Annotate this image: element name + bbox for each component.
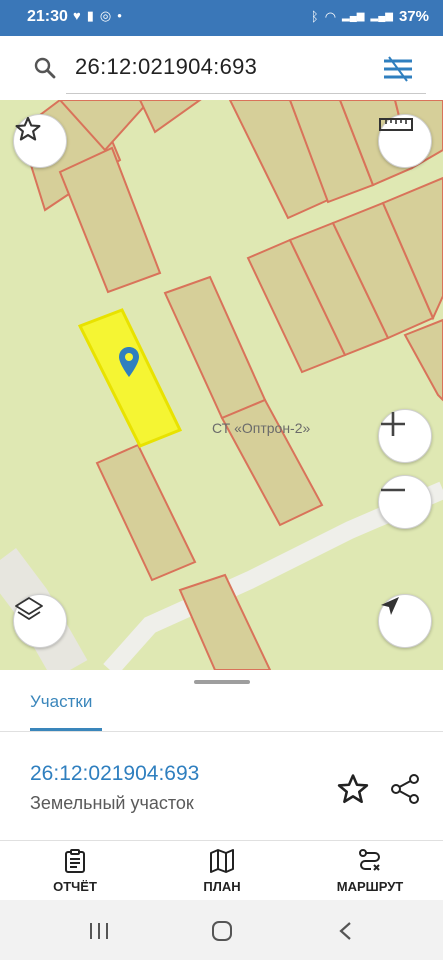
share-icon[interactable] (388, 772, 422, 806)
layers-filter-icon[interactable] (381, 52, 415, 86)
layers-icon (15, 597, 43, 620)
tab-parcels[interactable]: Участки (30, 692, 92, 712)
signal-lte1-icon: ▂▄▆ (342, 11, 365, 22)
recent-apps-icon[interactable] (88, 922, 110, 940)
clipboard-icon (65, 849, 85, 873)
status-system-icons: ᛒ ◠ ▂▄▆ ▂▄▆ 37% (311, 8, 429, 25)
nav-route-label: МАРШРУТ (336, 879, 404, 894)
settlement-label: СТ «Оптрон-2» (212, 420, 311, 436)
ruler-icon (379, 118, 413, 131)
star-outline-icon[interactable] (336, 772, 370, 806)
star-outline-icon (15, 116, 41, 141)
map-layers-button[interactable] (13, 594, 67, 648)
nav-route[interactable]: МАРШРУТ (310, 842, 430, 900)
signal-lte2-icon: ▂▄▆ (370, 11, 393, 22)
navigation-arrow-icon (381, 597, 399, 615)
heart-icon: ♥ (73, 8, 87, 23)
status-notification-icons: ♥▮◎• (73, 8, 128, 24)
whatsapp-icon: ◎ (99, 8, 118, 23)
plus-icon (381, 412, 405, 436)
back-icon[interactable] (338, 921, 352, 941)
favorite-map-button[interactable] (13, 114, 67, 168)
system-navigation-bar (0, 900, 443, 960)
divider (0, 840, 443, 841)
dot-icon: • (117, 8, 128, 23)
status-time: 21:30 (27, 8, 68, 25)
search-input[interactable]: 26:12:021904:693 (75, 54, 257, 80)
search-underline (66, 93, 426, 94)
bluetooth-icon: ᛒ (310, 9, 319, 24)
divider (0, 731, 443, 732)
map-view[interactable]: СТ «Оптрон-2» (0, 100, 443, 670)
image-icon: ▮ (86, 8, 100, 23)
zoom-out-button[interactable] (378, 475, 432, 529)
nav-report-label: ОТЧЁТ (53, 879, 97, 894)
search-icon[interactable] (33, 56, 57, 80)
battery-level: 37% (398, 8, 429, 25)
map-icon (210, 849, 234, 873)
parcel-number-link[interactable]: 26:12:021904:693 (30, 762, 199, 786)
status-bar: 21:30 ♥▮◎• ᛒ ◠ ▂▄▆ ▂▄▆ 37% (0, 0, 443, 36)
bottom-navigation: ОТЧЁТ ПЛАН МАРШРУТ (0, 842, 443, 900)
route-icon (359, 849, 380, 871)
nav-report[interactable]: ОТЧЁТ (15, 842, 135, 900)
home-icon[interactable] (211, 920, 233, 942)
sheet-drag-handle[interactable] (194, 680, 250, 684)
nav-plan-label: ПЛАН (203, 879, 241, 894)
my-location-button[interactable] (378, 594, 432, 648)
search-bar: 26:12:021904:693 (0, 36, 443, 100)
map-canvas (0, 100, 443, 670)
ruler-button[interactable] (378, 114, 432, 168)
nav-plan[interactable]: ПЛАН (162, 842, 282, 900)
location-pin-icon[interactable] (118, 346, 140, 378)
parcel-type: Земельный участок (30, 793, 194, 813)
minus-icon (381, 488, 405, 492)
wifi-icon: ◠ (324, 8, 337, 24)
zoom-in-button[interactable] (378, 409, 432, 463)
